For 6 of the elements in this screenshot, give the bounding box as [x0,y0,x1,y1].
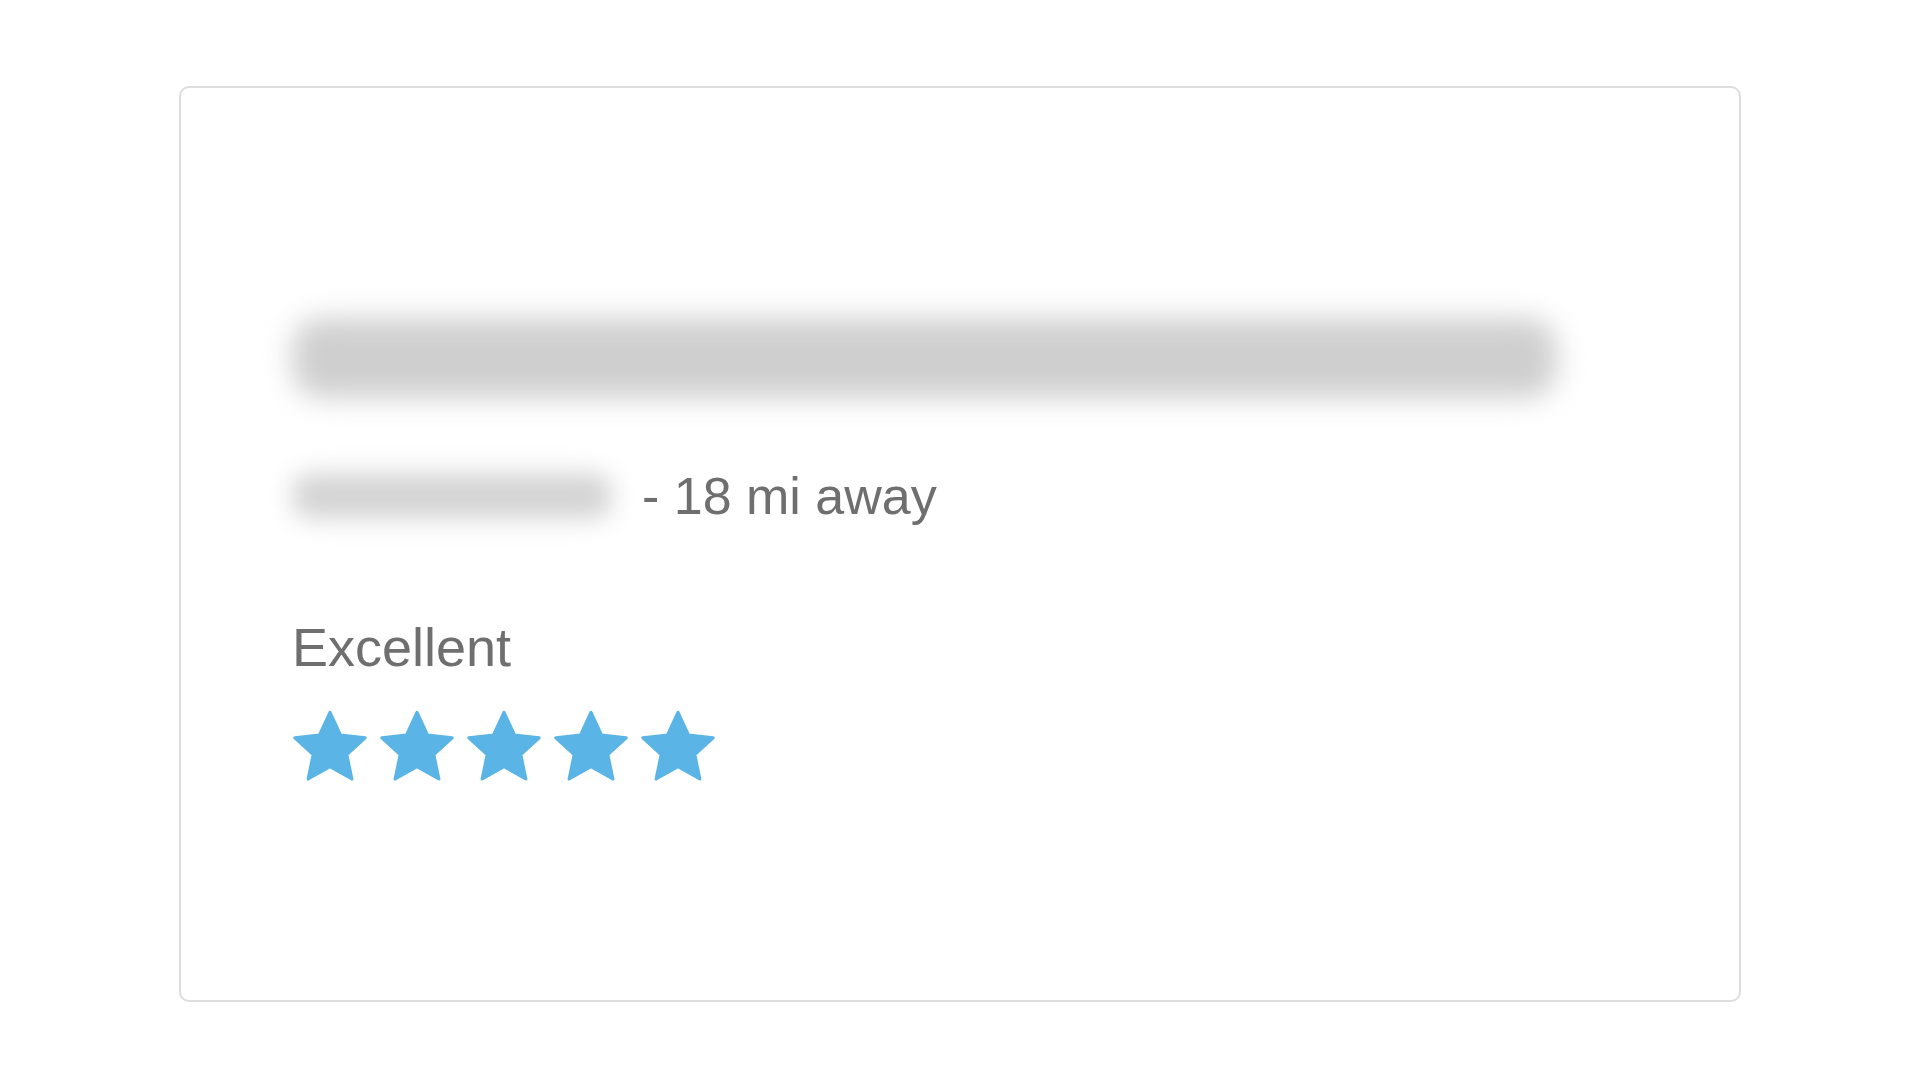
star-icon [379,710,455,784]
star-icon [292,710,368,784]
star-icon [466,710,542,784]
star-icon [640,710,716,784]
star-icon [553,710,629,784]
rating-label: Excellent [292,620,513,674]
